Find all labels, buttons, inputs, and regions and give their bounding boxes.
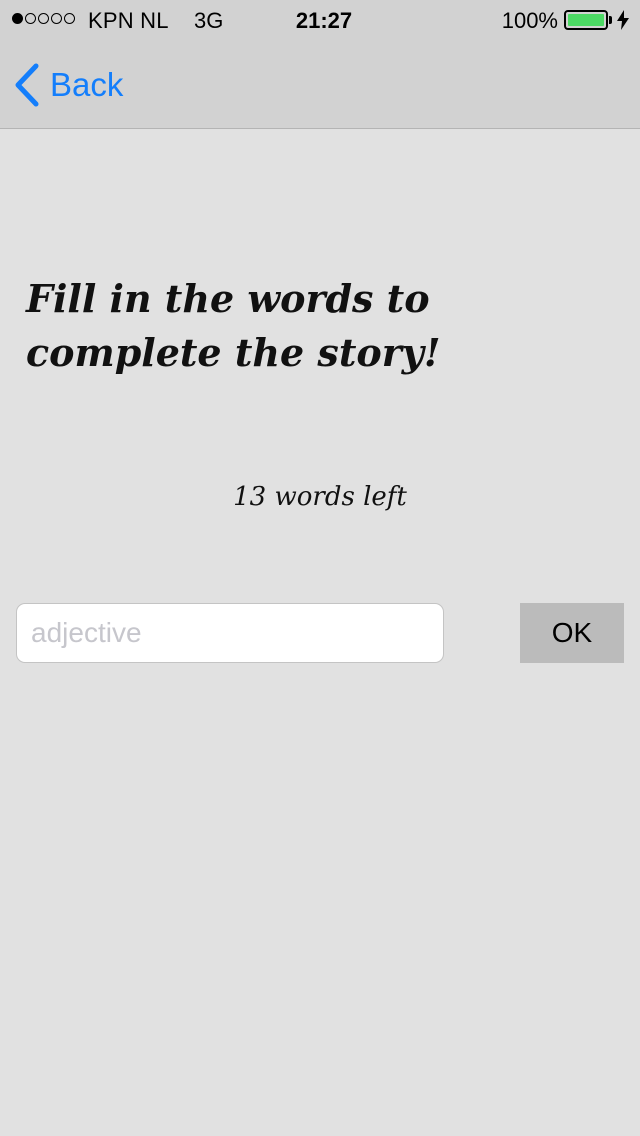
battery-icon bbox=[564, 10, 608, 30]
battery-percent: 100% bbox=[501, 8, 558, 33]
page-title: Fill in the words to complete the story! bbox=[26, 276, 441, 375]
chevron-left-icon bbox=[15, 63, 39, 107]
battery-tip bbox=[609, 16, 612, 24]
back-button[interactable]: Back bbox=[14, 60, 123, 110]
navigation-bar: KPN NL 3G 21:27 100% Back bbox=[0, 0, 640, 129]
status-bar: KPN NL 3G 21:27 100% bbox=[0, 0, 640, 40]
back-label: Back bbox=[50, 66, 124, 103]
ok-button[interactable]: OK bbox=[520, 603, 624, 663]
word-input[interactable] bbox=[16, 603, 444, 663]
screen: KPN NL 3G 21:27 100% Back Fill in the wo… bbox=[0, 0, 640, 1136]
bolt-icon bbox=[617, 10, 629, 30]
battery-fill bbox=[568, 14, 604, 26]
words-left-counter: 13 words left bbox=[233, 482, 407, 512]
